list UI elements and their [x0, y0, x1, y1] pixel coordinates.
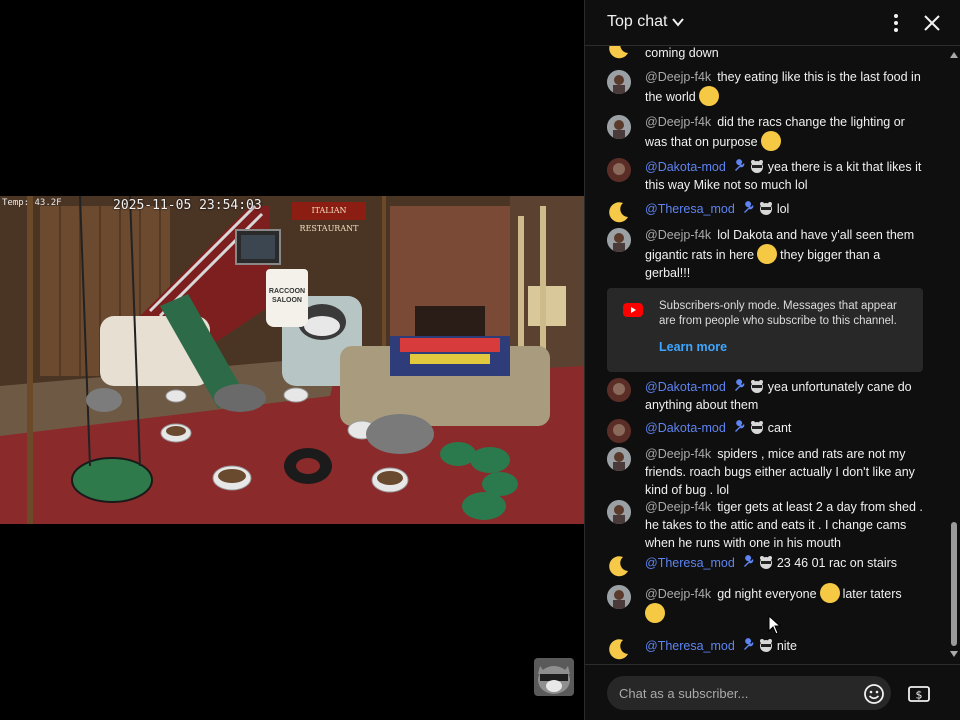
chat-message-list[interactable]: coming down @Deejp-f4k they eating like t…: [585, 46, 947, 664]
wrench-icon: [743, 555, 754, 567]
scroll-up-arrow-icon[interactable]: [950, 52, 958, 58]
user-avatar[interactable]: [607, 500, 631, 524]
message-text: cant: [767, 421, 792, 435]
video-player[interactable]: Temp: 43.2F 2025-11-05 23:54:03 ITALIAN …: [0, 196, 584, 524]
wrench-icon: [734, 379, 745, 391]
timestamp-overlay: 2025-11-05 23:54:03: [113, 198, 262, 213]
author-name[interactable]: @Dakota-mod: [645, 421, 726, 435]
author-name[interactable]: @Deejp-f4k: [645, 70, 711, 84]
chat-header: Top chat: [585, 0, 960, 46]
moon-avatar[interactable]: [607, 637, 631, 661]
raccoon-badge-icon: [750, 380, 763, 393]
moon-avatar[interactable]: [607, 554, 631, 578]
author-name[interactable]: @Deejp-f4k: [645, 115, 711, 129]
raccoon-badge-icon: [750, 421, 763, 434]
grinning-squint-emoji-icon: [645, 603, 665, 623]
author-name[interactable]: @Dakota-mod: [645, 380, 726, 394]
message-text: 23 46 01 rac on stairs: [776, 556, 898, 570]
moon-icon: [607, 554, 631, 578]
moon-avatar[interactable]: [607, 200, 631, 224]
avatar-image: [607, 158, 631, 182]
user-avatar[interactable]: [607, 115, 631, 139]
raccoon-badge-icon: [750, 160, 763, 173]
avatar-image: [607, 115, 631, 139]
wrench-icon: [734, 420, 745, 432]
restaurant-sign: ITALIAN RESTAURANT: [292, 202, 366, 233]
user-avatar[interactable]: [607, 585, 631, 609]
scrollbar-thumb[interactable]: [951, 522, 957, 646]
author-name[interactable]: @Deejp-f4k: [645, 228, 711, 242]
wrench-icon: [743, 201, 754, 213]
message-text: coming down: [645, 46, 719, 60]
moon-icon: [607, 637, 631, 661]
author-name[interactable]: @Dakota-mod: [645, 160, 726, 174]
chat-input[interactable]: [607, 676, 891, 710]
close-icon[interactable]: [923, 14, 941, 32]
avatar-image: [607, 419, 631, 443]
subscribers-only-notice: Subscribers-only mode. Messages that app…: [607, 288, 923, 372]
avatar-image: [607, 447, 631, 471]
live-chat-panel: Top chat coming down @Deejp-f4k they eat…: [584, 0, 960, 720]
message-text: lol: [776, 202, 790, 216]
avatar-image: [607, 585, 631, 609]
wrench-icon: [743, 638, 754, 650]
more-options-icon[interactable]: [887, 12, 905, 34]
emoji-picker-icon[interactable]: [863, 683, 885, 705]
super-chat-icon[interactable]: $: [907, 683, 931, 705]
author-name[interactable]: @Theresa_mod: [645, 556, 735, 570]
chat-scrollbar[interactable]: [947, 46, 960, 664]
avatar-image: [607, 378, 631, 402]
chat-mode-label[interactable]: Top chat: [607, 13, 667, 31]
chat-input-bar: $: [585, 664, 960, 720]
moon-icon: [607, 200, 631, 224]
yawning-emoji-icon: [819, 583, 840, 603]
author-name[interactable]: @Deejp-f4k: [645, 587, 711, 601]
raccoon-badge-icon: [759, 202, 772, 215]
avatar-image: [607, 228, 631, 252]
message-text: nite: [776, 639, 797, 653]
temperature-overlay: Temp: 43.2F: [2, 198, 62, 208]
author-name[interactable]: @Deejp-f4k: [645, 447, 711, 461]
author-name[interactable]: @Deejp-f4k: [645, 500, 711, 514]
notice-text: Subscribers-only mode. Messages that app…: [659, 300, 897, 327]
author-name[interactable]: @Theresa_mod: [645, 639, 735, 653]
raccoon-badge-icon: [759, 639, 772, 652]
user-avatar[interactable]: [607, 447, 631, 471]
mouse-cursor-icon: [768, 615, 782, 635]
scroll-down-arrow-icon[interactable]: [950, 651, 958, 657]
laughing-emoji-icon: [698, 86, 719, 106]
user-avatar[interactable]: [607, 228, 631, 252]
wrench-icon: [734, 159, 745, 171]
channel-avatar-thumbnail[interactable]: [534, 658, 574, 696]
user-avatar[interactable]: [607, 419, 631, 443]
message-text: gd night everyone: [717, 587, 817, 601]
livestream-frame: [0, 196, 584, 524]
moon-avatar: [607, 46, 631, 60]
raccoon-badge-icon: [759, 556, 772, 569]
author-name[interactable]: @Theresa_mod: [645, 202, 735, 216]
avatar-image: [607, 70, 631, 94]
raccoon-icon: [534, 658, 574, 696]
svg-text:$: $: [916, 689, 923, 702]
user-avatar[interactable]: [607, 70, 631, 94]
raccoon-saloon-bucket: RACCOON SALOON: [266, 269, 308, 327]
user-avatar[interactable]: [607, 158, 631, 182]
avatar-image: [607, 500, 631, 524]
thinking-emoji-icon: [760, 131, 781, 151]
user-avatar[interactable]: [607, 378, 631, 402]
moon-icon: [609, 46, 628, 59]
chevron-down-icon[interactable]: [671, 15, 685, 29]
flushed-emoji-icon: [757, 244, 778, 264]
message-text-continued: later taters: [842, 587, 902, 601]
learn-more-link[interactable]: Learn more: [659, 340, 727, 354]
youtube-icon: [623, 303, 643, 317]
